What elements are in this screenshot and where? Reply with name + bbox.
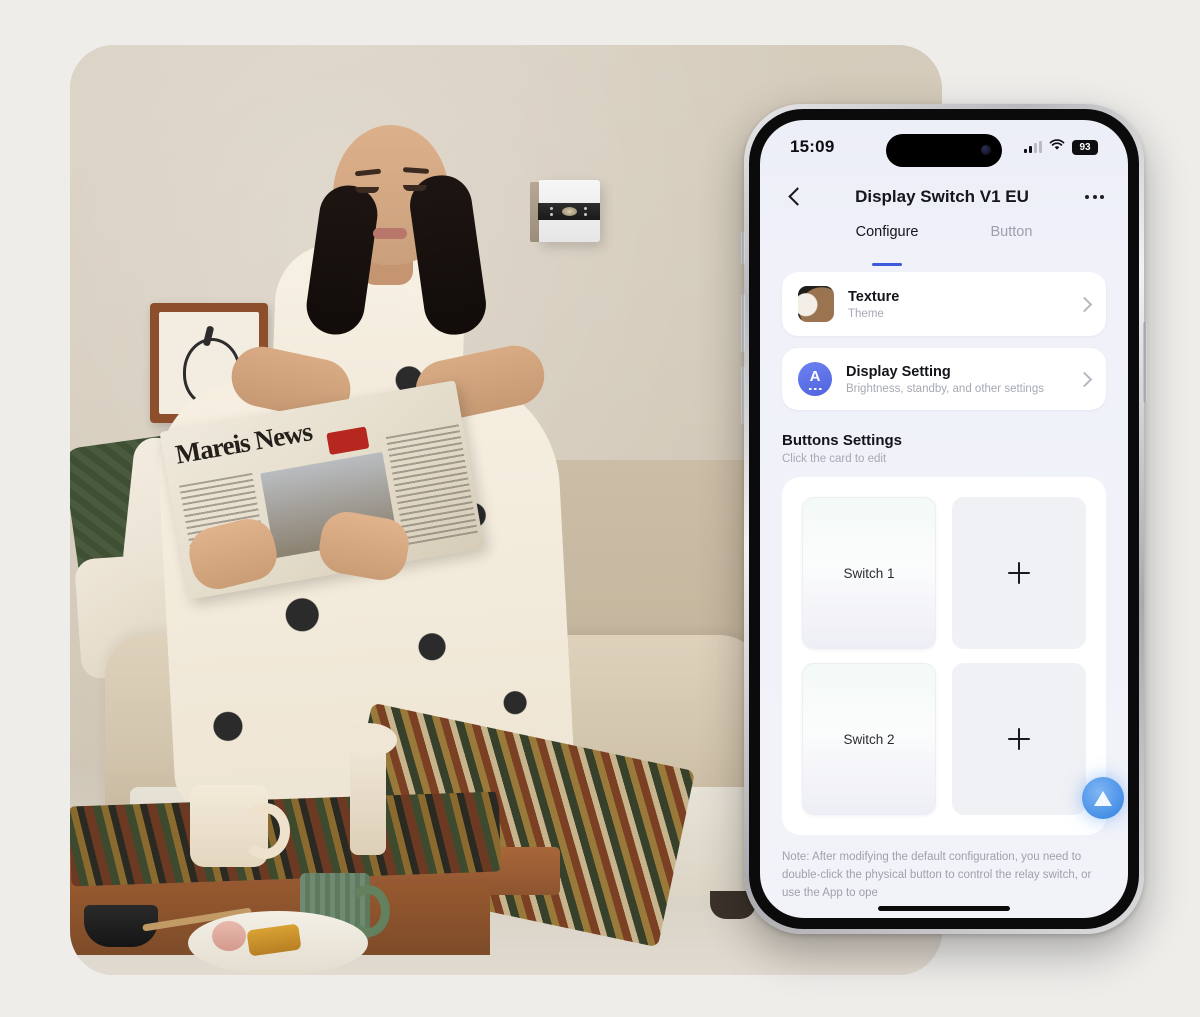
cellular-signal-icon [1024,141,1042,153]
home-indicator[interactable] [878,906,1010,911]
card-texture-title: Texture [848,288,900,305]
cream-mug [190,785,290,867]
status-indicators: 93 [1024,138,1098,156]
tile-add-2[interactable] [952,663,1086,815]
tile-add-1[interactable] [952,497,1086,649]
card-display-setting-subtitle: Brightness, standby, and other settings [846,382,1044,395]
buttons-settings-title: Buttons Settings [782,432,902,449]
eye-left [355,187,379,193]
volume-down-button[interactable] [741,366,745,424]
card-texture-subtitle: Theme [848,307,884,320]
card-display-setting-text: Display Setting Brightness, standby, and… [846,364,1062,395]
volume-up-button[interactable] [741,294,745,352]
back-chevron-icon[interactable] [784,186,806,208]
buttons-grid-card: Switch 1 Switch 2 [782,477,1124,835]
app-navigation-bar: Display Switch V1 EU [760,174,1128,220]
status-clock: 15:09 [790,137,835,156]
plus-icon [1008,728,1030,750]
card-display-setting-title: Display Setting [846,363,951,380]
more-options-icon[interactable] [1078,195,1104,199]
buttons-settings-subtitle: Click the card to edit [782,453,887,465]
battery-icon: 93 [1072,139,1098,155]
tab-bar: Configure Button [760,224,1128,266]
phone-bezel: 15:09 93 Display Switch V1 EU Configure … [749,109,1139,929]
silence-switch-button[interactable] [741,232,745,264]
triangle-play-icon[interactable] [1082,777,1124,819]
page-title: Display Switch V1 EU [855,187,1029,206]
texture-thumbnail-icon [798,286,834,322]
configuration-note: Note: After modifying the default config… [782,851,1092,899]
tile-switch-2[interactable]: Switch 2 [802,663,936,815]
buttons-settings-header: Buttons Settings Click the card to edit [760,422,1128,465]
chevron-right-icon [1076,372,1090,386]
card-display-setting[interactable]: A Display Setting Brightness, standby, a… [782,348,1106,410]
card-texture-text: Texture Theme [848,289,1062,320]
candle-holder [339,723,397,855]
phone-screen: 15:09 93 Display Switch V1 EU Configure … [760,120,1128,918]
eye-right [403,185,427,191]
settings-content: Texture Theme A Display Setting Brightne… [760,272,1128,918]
tab-button[interactable]: Button [990,224,1032,266]
chevron-right-icon [1076,297,1090,311]
dynamic-island [886,134,1002,167]
front-camera-icon [981,145,991,155]
card-texture[interactable]: Texture Theme [782,272,1106,336]
phone-mockup: 15:09 93 Display Switch V1 EU Configure … [741,104,1147,934]
tile-switch-1[interactable]: Switch 1 [802,497,936,649]
brightness-dots-icon [808,387,822,390]
triangle-glyph [1094,790,1112,806]
tab-configure[interactable]: Configure [856,224,919,266]
power-button[interactable] [1143,322,1147,402]
lips [373,228,407,239]
plus-icon [1008,562,1030,584]
food-item-fruit [212,921,246,951]
brightness-auto-icon: A [798,362,832,396]
page-root: Mareis News 15:09 93 Display Switch V1 E… [0,0,1200,1017]
wifi-icon [1049,138,1065,156]
